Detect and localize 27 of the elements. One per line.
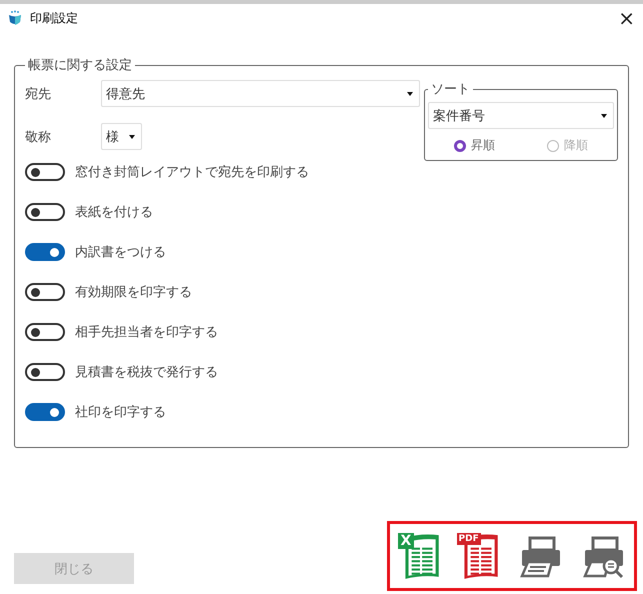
toggle-label: 相手先担当者を印字する [75, 324, 218, 341]
toggle-label: 表紙を付ける [75, 204, 153, 221]
sort-dropdown[interactable]: 案件番号 [428, 102, 614, 129]
radio-button[interactable] [454, 140, 466, 152]
radio-button[interactable] [547, 140, 559, 152]
radio-label: 降順 [564, 137, 588, 154]
window-title: 印刷設定 [30, 10, 78, 26]
toggle-label: 見積書を税抜で発行する [75, 364, 218, 381]
field-label: 宛先 [25, 86, 52, 102]
radio-label: 昇順 [471, 137, 495, 154]
toggle-switch[interactable] [25, 323, 65, 341]
toggle-switch[interactable] [25, 363, 65, 381]
app-icon [8, 10, 22, 26]
toggle-switch[interactable] [25, 243, 65, 261]
toggle-switch[interactable] [25, 163, 65, 181]
toggle-label: 有効期限を印字する [75, 284, 192, 301]
toggle-label: 社印を印字する [75, 404, 166, 421]
toggle-label: 内訳書をつける [75, 244, 166, 261]
honorific-dropdown[interactable]: 様 [101, 123, 142, 150]
toggle-label: 窓付き封筒レイアウトで宛先を印刷する [75, 164, 309, 181]
toggle-switch[interactable] [25, 403, 65, 421]
close-icon[interactable]: × [618, 8, 635, 28]
toggle-switch[interactable] [25, 283, 65, 301]
address-dropdown[interactable]: 得意先 [101, 80, 420, 107]
field-label: 敬称 [25, 128, 52, 146]
group-legend: 帳票に関する設定 [25, 56, 135, 74]
toggle-switch[interactable] [25, 203, 65, 221]
